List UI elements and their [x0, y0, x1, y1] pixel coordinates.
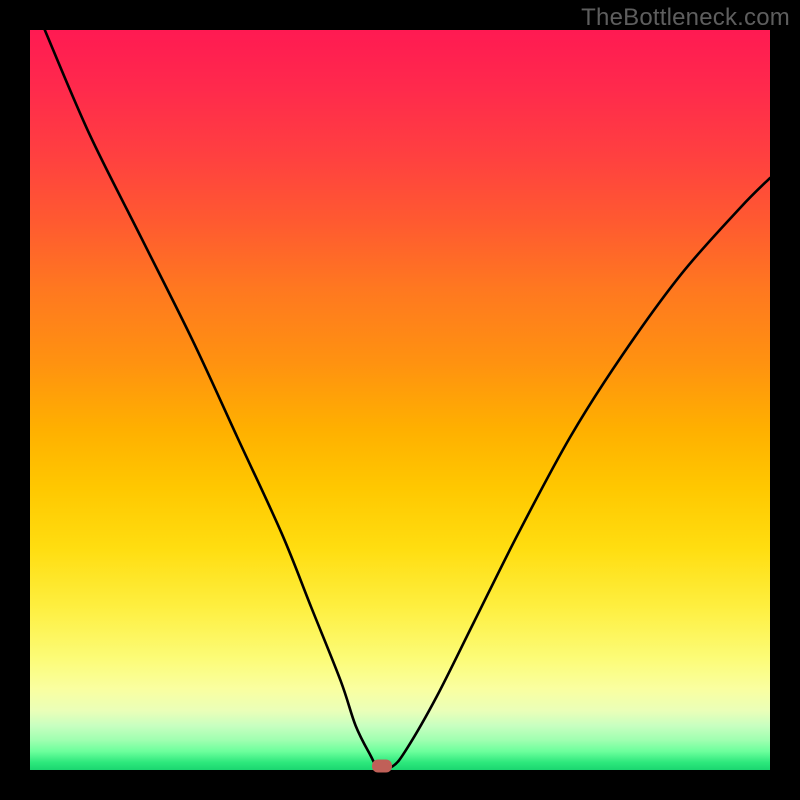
- plot-area: [30, 30, 770, 770]
- attribution-text: TheBottleneck.com: [581, 4, 790, 32]
- bottleneck-curve: [45, 30, 770, 768]
- min-marker: [372, 760, 392, 773]
- chart-frame: TheBottleneck.com: [0, 0, 800, 800]
- curve-svg: [30, 30, 770, 770]
